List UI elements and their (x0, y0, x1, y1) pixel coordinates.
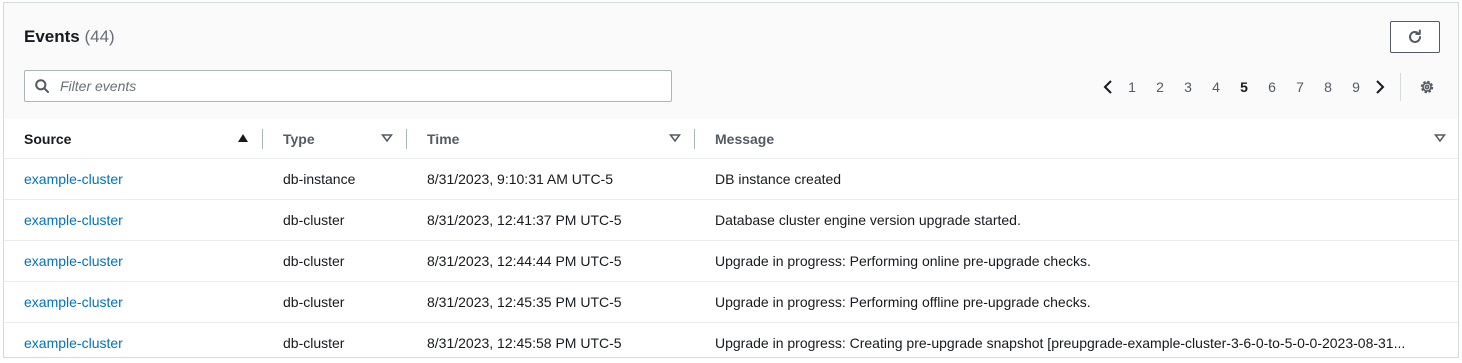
column-header-time[interactable]: Time (407, 119, 695, 159)
type-cell: db-instance (263, 159, 407, 200)
events-header: Events (44) (4, 3, 1458, 120)
column-label-type: Type (263, 131, 315, 147)
source-cell: example-cluster (4, 159, 263, 200)
column-label-source: Source (4, 131, 71, 147)
column-label-time: Time (407, 131, 459, 147)
page-9[interactable]: 9 (1342, 79, 1370, 95)
source-cell: example-cluster (4, 241, 263, 282)
type-cell: db-cluster (263, 200, 407, 241)
message-cell: DB instance created (695, 159, 1458, 200)
source-link[interactable]: example-cluster (24, 212, 123, 228)
sort-icon (381, 132, 393, 144)
time-cell: 8/31/2023, 9:10:31 AM UTC-5 (407, 159, 695, 200)
table-header-row: Source Type Time (4, 119, 1458, 159)
table-row: example-cluster db-cluster 8/31/2023, 12… (4, 200, 1458, 241)
time-cell: 8/31/2023, 12:45:35 PM UTC-5 (407, 282, 695, 323)
gear-icon (1419, 79, 1435, 95)
type-cell: db-cluster (263, 241, 407, 282)
refresh-icon (1407, 29, 1423, 45)
page-8[interactable]: 8 (1314, 79, 1342, 95)
column-label-message: Message (695, 131, 774, 147)
pagination: 1 2 3 4 5 6 7 8 9 (1098, 77, 1401, 97)
time-cell: 8/31/2023, 12:44:44 PM UTC-5 (407, 241, 695, 282)
event-count: (44) (84, 27, 114, 46)
page-1[interactable]: 1 (1118, 79, 1146, 95)
search-icon (35, 79, 49, 93)
source-link[interactable]: example-cluster (24, 171, 123, 187)
column-header-message[interactable]: Message (695, 119, 1458, 159)
source-link[interactable]: example-cluster (24, 335, 123, 351)
type-cell: db-cluster (263, 323, 407, 363)
column-header-source[interactable]: Source (4, 119, 263, 159)
message-cell: Database cluster engine version upgrade … (695, 200, 1458, 241)
next-page-button[interactable] (1370, 77, 1390, 97)
chevron-right-icon (1374, 79, 1386, 95)
pager-divider (1400, 73, 1401, 101)
search-input[interactable] (58, 77, 652, 95)
preferences-button[interactable] (1417, 77, 1437, 97)
type-cell: db-cluster (263, 282, 407, 323)
table-row: example-cluster db-cluster 8/31/2023, 12… (4, 241, 1458, 282)
page-5-current[interactable]: 5 (1230, 79, 1258, 95)
page-title: Events (44) (24, 27, 115, 47)
sort-icon (669, 132, 681, 144)
source-cell: example-cluster (4, 282, 263, 323)
message-cell: Upgrade in progress: Creating pre-upgrad… (695, 323, 1458, 363)
table-row: example-cluster db-cluster 8/31/2023, 12… (4, 282, 1458, 323)
sort-icon (1434, 132, 1446, 144)
chevron-left-icon (1102, 79, 1114, 95)
table-row: example-cluster db-instance 8/31/2023, 9… (4, 159, 1458, 200)
time-cell: 8/31/2023, 12:45:58 PM UTC-5 (407, 323, 695, 363)
refresh-button[interactable] (1390, 21, 1440, 53)
title-text: Events (24, 27, 80, 46)
page-3[interactable]: 3 (1174, 79, 1202, 95)
source-link[interactable]: example-cluster (24, 253, 123, 269)
table-row: example-cluster db-cluster 8/31/2023, 12… (4, 323, 1458, 363)
filter-events-field[interactable] (24, 70, 672, 102)
page-2[interactable]: 2 (1146, 79, 1174, 95)
previous-page-button[interactable] (1098, 77, 1118, 97)
page-4[interactable]: 4 (1202, 79, 1230, 95)
message-cell: Upgrade in progress: Performing online p… (695, 241, 1458, 282)
column-header-type[interactable]: Type (263, 119, 407, 159)
events-panel: Events (44) (3, 2, 1459, 358)
source-cell: example-cluster (4, 323, 263, 363)
events-table: Source Type Time (4, 119, 1458, 363)
sort-ascending-icon (237, 132, 249, 144)
source-link[interactable]: example-cluster (24, 294, 123, 310)
time-cell: 8/31/2023, 12:41:37 PM UTC-5 (407, 200, 695, 241)
message-cell: Upgrade in progress: Performing offline … (695, 282, 1458, 323)
source-cell: example-cluster (4, 200, 263, 241)
page-7[interactable]: 7 (1286, 79, 1314, 95)
page-6[interactable]: 6 (1258, 79, 1286, 95)
